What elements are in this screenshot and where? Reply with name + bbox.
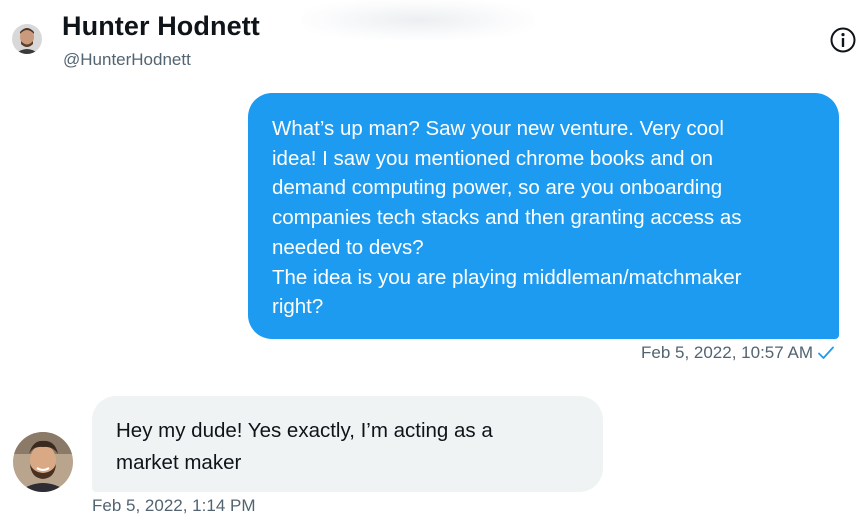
message-line: market maker <box>116 451 242 474</box>
message-line: right? <box>272 295 324 319</box>
outgoing-timestamp: Feb 5, 2022, 10:57 AM <box>641 343 835 363</box>
conversation-title: Hunter Hodnett <box>62 11 260 41</box>
timestamp-text: Feb 5, 2022, 10:57 AM <box>640 343 813 362</box>
message-line: companies tech stacks and then granting … <box>272 206 742 230</box>
message-line: needed to devs? <box>272 235 424 259</box>
info-icon[interactable] <box>829 26 857 54</box>
checkmark-icon <box>817 344 835 362</box>
sender-avatar[interactable] <box>13 432 73 492</box>
conversation-handle: @HunterHodnett <box>63 50 191 69</box>
message-line: idea! I saw you mentioned chrome books a… <box>272 146 714 170</box>
user-avatar[interactable] <box>12 24 42 54</box>
message-line: The idea is you are playing middleman/ma… <box>272 265 742 289</box>
incoming-message-bubble[interactable]: Hey my dude! Yes exactly, I’m acting as … <box>92 396 603 492</box>
incoming-timestamp: Feb 5, 2022, 1:14 PM <box>92 496 256 515</box>
message-line: demand computing power, so are you onboa… <box>272 176 723 200</box>
message-line: Hey my dude! Yes exactly, I’m acting as … <box>116 419 493 442</box>
message-line: What’s up man? Saw your new venture. Ver… <box>272 117 724 140</box>
blurred-region <box>300 0 535 40</box>
outgoing-message-bubble[interactable]: What’s up man? Saw your new venture. Ver… <box>248 93 839 339</box>
